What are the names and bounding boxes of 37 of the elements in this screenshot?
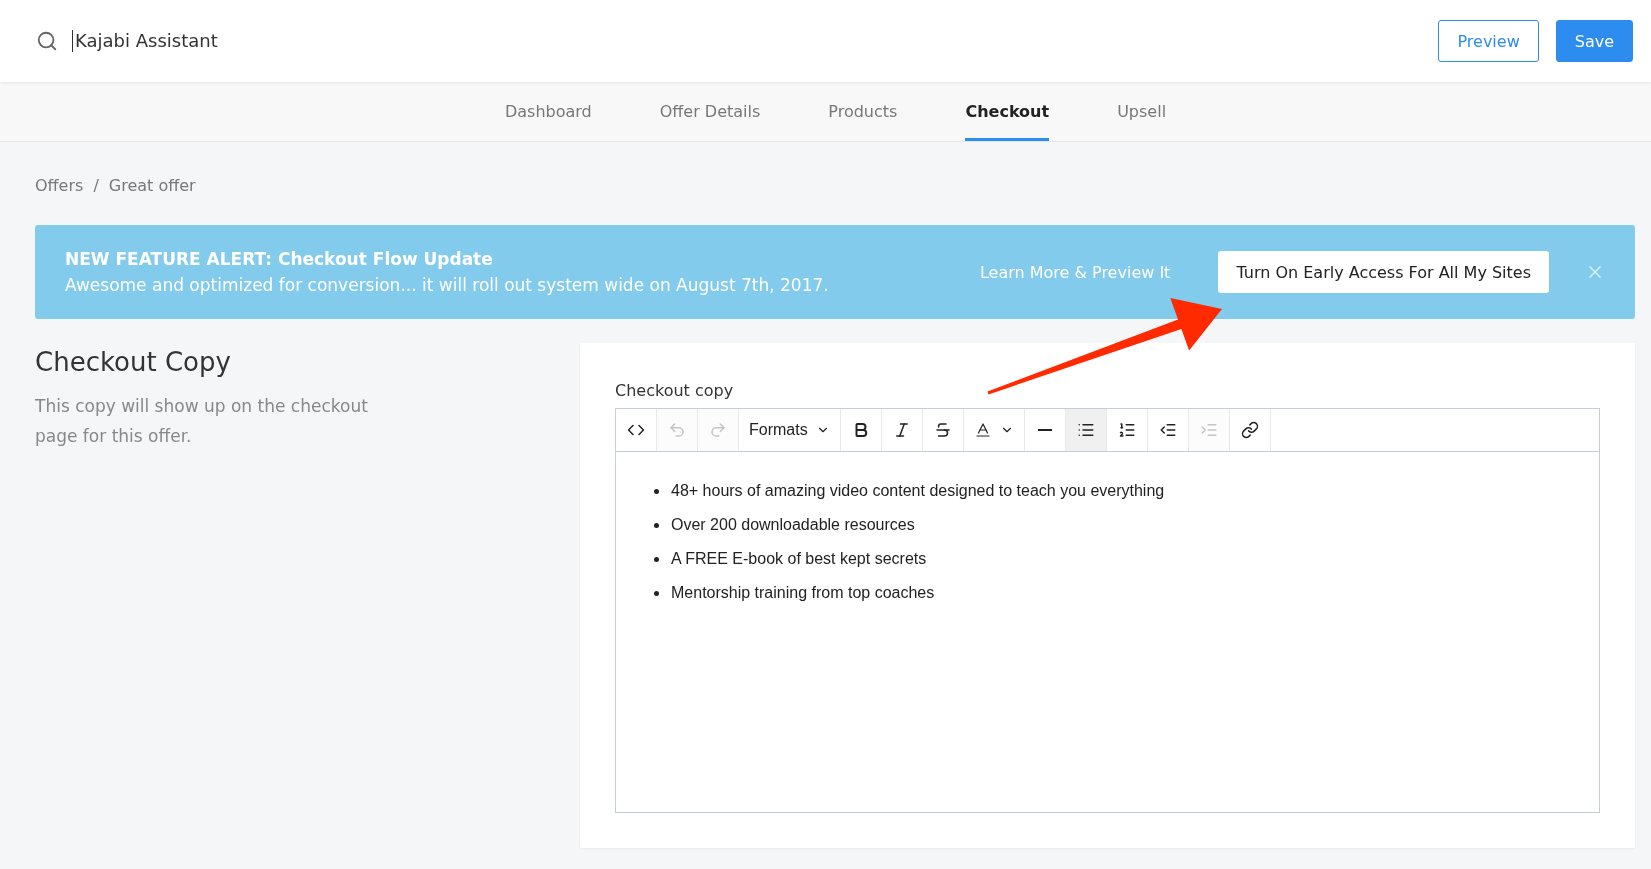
bullet-icon (654, 488, 659, 494)
editor-label: Checkout copy (615, 381, 735, 400)
indent-icon (1199, 421, 1218, 439)
horizontal-line-icon (1037, 429, 1052, 431)
strike-icon (933, 421, 952, 439)
bullets-button[interactable] (1065, 409, 1107, 451)
bullet-item: Over 200 downloadable resources (671, 516, 915, 534)
nav-tab[interactable]: Upsell (1117, 82, 1167, 141)
bullet-item: 48+ hours of amazing video content designed to teach you everything (671, 482, 1165, 500)
breadcrumb-link[interactable]: Offers (35, 176, 84, 195)
numbers-icon (1117, 421, 1136, 439)
nav-tab[interactable]: Offer Details (659, 82, 761, 141)
bullet-icon (654, 556, 659, 562)
nav-tab[interactable]: Products (828, 82, 898, 141)
rich-text-editor[interactable]: Formats 48+ hours of amazing video content designed to teach you everything Over 200 downloadable resources A FREE E-book of best kept secrets Mentorship training from top coaches (615, 408, 1600, 813)
bullets-icon (1076, 421, 1095, 439)
section-title: Checkout Copy (35, 347, 232, 377)
bullet-item: A FREE E-book of best kept secrets (671, 550, 927, 568)
section-description: This copy will show up on the checkout page for this offer. (35, 395, 369, 448)
search-icon (36, 30, 58, 52)
nav-tab[interactable]: Checkout (965, 82, 1050, 141)
bullet-item: Mentorship training from top coaches (671, 584, 935, 602)
outdent-icon (1158, 421, 1177, 439)
link-icon (1240, 421, 1259, 439)
breadcrumb-separator: / (93, 176, 99, 195)
bullet-icon (654, 522, 659, 528)
alert-title: NEW FEATURE ALERT: Checkout Flow Update (65, 249, 494, 269)
alert-message: Awesome and optimized for conversion... it will roll out system wide on August 7th, 2017. (65, 275, 830, 295)
preview-button[interactable]: Preview (1438, 20, 1539, 62)
redo-icon (709, 421, 727, 439)
search-field[interactable]: Kajabi Assistant (72, 30, 218, 52)
undo-icon (668, 421, 686, 439)
nav-tab[interactable]: Dashboard (504, 82, 592, 141)
early-access-button[interactable]: Turn On Early Access For All My Sites (1218, 251, 1549, 293)
bullet-icon (654, 590, 659, 596)
save-button[interactable]: Save (1555, 20, 1633, 62)
breadcrumb-link[interactable]: Great offer (108, 176, 196, 195)
